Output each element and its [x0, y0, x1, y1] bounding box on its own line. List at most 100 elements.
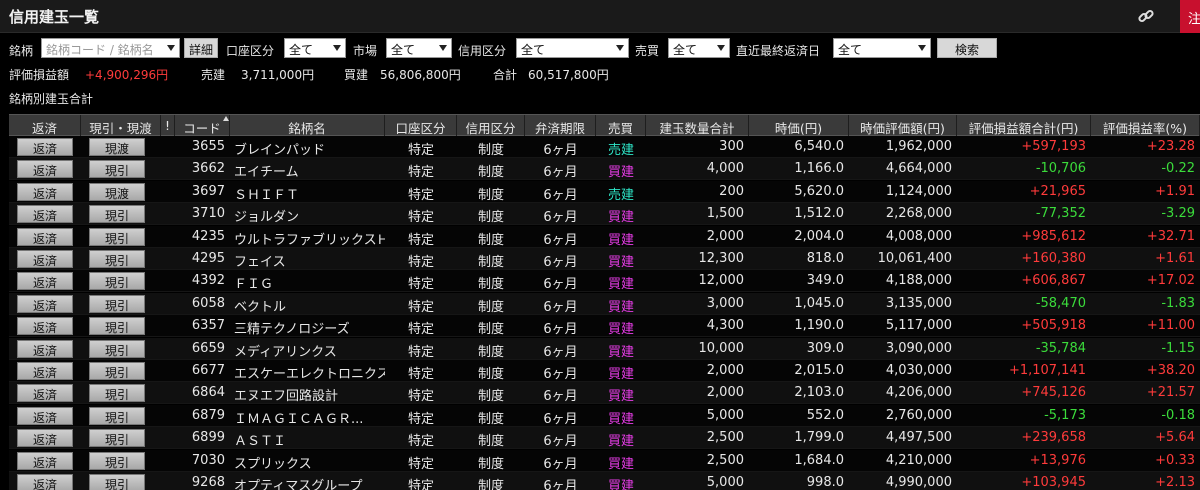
table-row[interactable]: 返済 現引 4392 ＦＩＧ 特定 制度 6ヶ月 買建 12,000 349.0 4,188,000…	[9, 270, 1200, 293]
delivery-button[interactable]: 現引	[89, 474, 145, 490]
repay-button[interactable]: 返済	[17, 384, 73, 403]
repay-button[interactable]: 返済	[17, 339, 73, 358]
name-cell[interactable]: エイチーム	[230, 158, 385, 180]
repay-button[interactable]: 返済	[17, 250, 73, 268]
delivery-button[interactable]: 現引	[89, 362, 145, 380]
credit-select[interactable]: 全て	[516, 38, 629, 58]
table-row[interactable]: 返済現引 4235 ウルトラファブリックスＨＤ 特定 制度 6ヶ月 買建 2,000 2,004…	[9, 225, 1200, 248]
col-account[interactable]: 口座区分	[385, 115, 457, 136]
market-select[interactable]: 全て	[386, 38, 452, 58]
name-cell[interactable]: メディアリンクス	[230, 338, 385, 360]
credit-cell: 制度	[477, 277, 504, 293]
table-row[interactable]: 返済 現引 6677 エスケーエレクトロニクス 特定 制度 6ヶ月 買建 2,000 2,015.…	[9, 360, 1200, 382]
col-qty[interactable]: 建玉数量合計	[646, 115, 749, 136]
table-row[interactable]: 返済 現引 6879 ＩＭＡＧＩＣＡＧＲ... 特定 制度 6ヶ月 買建 5,000 552.0 2…	[9, 404, 1200, 427]
table-row[interactable]: 返済 現引 6357 三精テクノロジーズ 特定 制度 6ヶ月 買建 4,300 1,190.0 5,…	[9, 315, 1200, 338]
name-cell[interactable]: ベクトル	[230, 293, 385, 315]
delivery-button[interactable]: 現渡	[89, 182, 145, 201]
name-cell[interactable]: ＩＭＡＧＩＣＡＧＲ...	[230, 405, 385, 427]
account-cell: 特定	[407, 456, 434, 472]
account-select[interactable]: 全て	[284, 38, 346, 58]
pl-cell: +597,193	[1021, 139, 1086, 154]
table-row[interactable]: 返済 現引 6864 エヌエフ回路設計 特定 制度 6ヶ月 買建 2,000 2,103.0 4,2…	[9, 382, 1200, 405]
col-delivery[interactable]: 現引・現渡	[81, 115, 161, 136]
delivery-button[interactable]: 現渡	[89, 138, 145, 156]
name-cell[interactable]: ＦＩＧ	[230, 270, 385, 292]
col-value[interactable]: 時価評価額(円)	[849, 115, 957, 136]
col-rate[interactable]: 評価損益率(%)	[1091, 115, 1200, 136]
col-pl[interactable]: 評価損益額合計(円)	[957, 115, 1091, 136]
value-cell: 10,061,400	[877, 251, 952, 266]
repay-button[interactable]: 返済	[17, 138, 73, 156]
repay-button[interactable]: 返済	[17, 362, 73, 380]
detail-button[interactable]: 詳細	[184, 38, 218, 58]
repay-button[interactable]: 返済	[17, 182, 73, 201]
repay-button[interactable]: 返済	[17, 272, 73, 291]
table-row[interactable]: 返済 現引 4295 フェイス 特定 制度 6ヶ月 買建 12,300 818.0 10,061,4…	[9, 248, 1200, 270]
name-cell[interactable]: 三精テクノロジーズ	[230, 315, 385, 337]
code-cell: 3655	[191, 139, 225, 154]
col-term[interactable]: 弁済期限	[525, 115, 596, 136]
name-cell[interactable]: エスケーエレクトロニクス	[230, 360, 385, 382]
code-cell: 7030	[191, 452, 225, 468]
name-cell[interactable]: ウルトラファブリックスＨＤ	[230, 226, 385, 248]
table-row[interactable]: 返済 現引 3662 エイチーム 特定 制度 6ヶ月 買建 4,000 1,166.0 4,664,…	[9, 158, 1200, 181]
delivery-button[interactable]: 現引	[89, 384, 145, 403]
col-name[interactable]: 銘柄名	[230, 115, 385, 136]
repay-button[interactable]: 返済	[17, 205, 73, 224]
table-row[interactable]: 返済 現引 7030 スプリックス 特定 制度 6ヶ月 買建 2,500 1,684.0 4,210…	[9, 449, 1200, 472]
name-cell[interactable]: フェイス	[230, 248, 385, 270]
delivery-button[interactable]: 現引	[89, 250, 145, 268]
name-cell[interactable]: オプティマスグループ	[230, 472, 385, 490]
side-select[interactable]: 全て	[668, 38, 730, 58]
order-button[interactable]: 注	[1180, 0, 1200, 33]
repay-button[interactable]: 返済	[17, 429, 73, 448]
name-cell[interactable]: ＳＨＩＦＴ	[230, 181, 385, 203]
delivery-button[interactable]: 現引	[89, 227, 145, 246]
brand-input[interactable]: 銘柄コード / 銘柄名	[41, 38, 180, 58]
col-code[interactable]: コード	[175, 115, 230, 136]
col-price[interactable]: 時価(円)	[749, 115, 849, 136]
repay-button[interactable]: 返済	[17, 227, 73, 246]
repay-button[interactable]: 返済	[17, 160, 73, 179]
table-row[interactable]: 返済 現渡 3697 ＳＨＩＦＴ 特定 制度 6ヶ月 売建 200 5,620.0 1,124,00…	[9, 180, 1200, 203]
col-alert[interactable]: !	[161, 115, 175, 136]
table-row[interactable]: 返済 現引 6899 ＡＳＴＩ 特定 制度 6ヶ月 買建 2,500 1,799.0 4,497,5…	[9, 427, 1200, 450]
value-cell: 4,008,000	[885, 228, 952, 244]
table-row[interactable]: 返済 現引 6659 メディアリンクス 特定 制度 6ヶ月 買建 10,000 309.0 3,09…	[9, 337, 1200, 360]
delivery-button[interactable]: 現引	[89, 160, 145, 179]
repay-button[interactable]: 返済	[17, 294, 73, 313]
delivery-button[interactable]: 現引	[89, 451, 145, 470]
name-cell[interactable]: エヌエフ回路設計	[230, 382, 385, 404]
delivery-button[interactable]: 現引	[89, 272, 145, 291]
col-credit[interactable]: 信用区分	[457, 115, 525, 136]
repay-button[interactable]: 返済	[17, 406, 73, 425]
qty-cell: 5,000	[706, 475, 744, 490]
name-cell[interactable]: ブレインパッド	[230, 136, 385, 158]
repay-button[interactable]: 返済	[17, 451, 73, 470]
table-row[interactable]: 返済 現渡 3655 ブレインパッド 特定 制度 6ヶ月 売建 300 6,540.0 1,962,…	[9, 136, 1200, 158]
code-cell: 6659	[191, 340, 225, 356]
delivery-button[interactable]: 現引	[89, 294, 145, 313]
delivery-button[interactable]: 現引	[89, 205, 145, 224]
side-cell: 買建	[607, 165, 634, 181]
delivery-button[interactable]: 現引	[89, 406, 145, 425]
table-row[interactable]: 返済 現引 9268 オプティマスグループ 特定 制度 6ヶ月 買建 5,000 998.0 4,9…	[9, 472, 1200, 490]
credit-cell: 制度	[477, 187, 504, 203]
link-icon[interactable]	[1137, 7, 1155, 25]
name-cell[interactable]: ジョルダン	[230, 203, 385, 225]
col-side[interactable]: 売買	[596, 115, 646, 136]
price-cell: 1,190.0	[794, 318, 844, 334]
delivery-button[interactable]: 現引	[89, 339, 145, 358]
table-row[interactable]: 返済 現引 3710 ジョルダン 特定 制度 6ヶ月 買建 1,500 1,512.0 2,268,…	[9, 203, 1200, 226]
repay-button[interactable]: 返済	[17, 474, 73, 490]
delivery-button[interactable]: 現引	[89, 317, 145, 336]
table-row[interactable]: 返済 現引 6058 ベクトル 特定 制度 6ヶ月 買建 3,000 1,045.0 3,135,0…	[9, 292, 1200, 315]
repay-button[interactable]: 返済	[17, 317, 73, 336]
name-cell[interactable]: スプリックス	[230, 450, 385, 472]
delivery-button[interactable]: 現引	[89, 429, 145, 448]
name-cell[interactable]: ＡＳＴＩ	[230, 427, 385, 449]
due-select[interactable]: 全て	[833, 38, 931, 58]
search-button[interactable]: 検索	[937, 38, 997, 58]
col-repay[interactable]: 返済	[9, 115, 81, 136]
